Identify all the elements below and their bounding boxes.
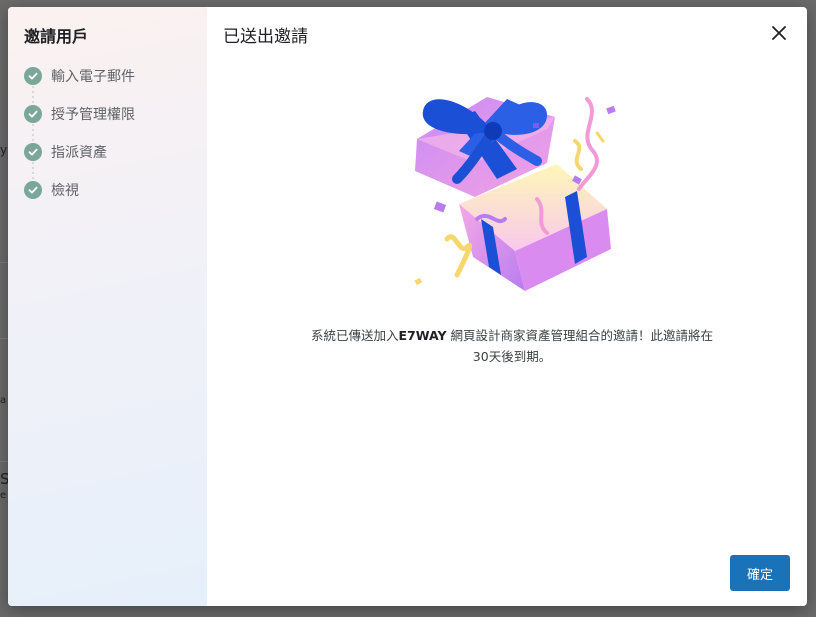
check-circle-icon (24, 181, 42, 199)
step-assign-assets: 指派資產 (24, 142, 107, 162)
background-text-fragment: e (0, 490, 7, 501)
step-review: 檢視 (24, 180, 79, 200)
check-circle-icon (24, 67, 42, 85)
check-circle-icon (24, 105, 42, 123)
invite-user-dialog: 邀請用戶 輸入電子郵件 授予管理權限 指派資產 檢視 已送出邀請 系統已傳送加入… (8, 7, 807, 606)
invite-sent-message: 系統已傳送加入E7WAY 網頁設計商家資產管理組合的邀請！此邀請將在30天後到期… (307, 325, 717, 367)
background-divider (0, 338, 8, 339)
step-label: 輸入電子郵件 (51, 69, 135, 85)
message-suffix: 網頁設計商家資產管理組合的邀請！此邀請將在30天後到期。 (446, 328, 713, 364)
check-circle-icon (24, 143, 42, 161)
gift-illustration (397, 79, 627, 303)
brand-name: E7WAY (398, 328, 447, 343)
background-text-fragment: y (0, 143, 8, 157)
message-prefix: 系統已傳送加入 (311, 328, 399, 343)
dialog-title: 已送出邀請 (223, 27, 308, 47)
step-label: 指派資產 (51, 145, 107, 161)
background-text-fragment: a (0, 395, 7, 406)
gift-box-icon (414, 97, 616, 291)
close-icon (772, 26, 786, 40)
step-label: 授予管理權限 (51, 107, 135, 123)
confirm-button[interactable]: 確定 (730, 555, 790, 591)
stepper-panel: 邀請用戶 輸入電子郵件 授予管理權限 指派資產 檢視 (8, 7, 207, 606)
background-divider (0, 262, 8, 263)
step-enter-email: 輸入電子郵件 (24, 66, 135, 86)
stepper-title: 邀請用戶 (24, 27, 89, 46)
step-label: 檢視 (51, 183, 79, 199)
content-panel: 已送出邀請 系統已傳送加入E7WAY 網頁設計商家資產管理組合的邀請！此邀請將在… (207, 7, 807, 606)
step-grant-permissions: 授予管理權限 (24, 104, 135, 124)
background-divider (0, 461, 8, 462)
close-button[interactable] (767, 21, 791, 45)
